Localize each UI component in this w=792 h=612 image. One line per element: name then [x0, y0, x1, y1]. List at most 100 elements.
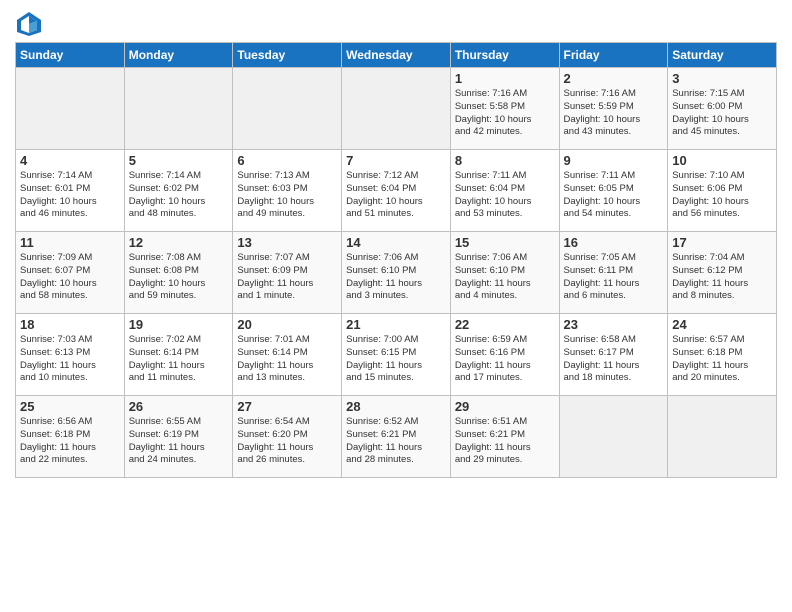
day-info: Sunrise: 7:06 AM Sunset: 6:10 PM Dayligh… [346, 252, 446, 303]
day-info: Sunrise: 6:51 AM Sunset: 6:21 PM Dayligh… [455, 416, 555, 467]
calendar-cell: 4 Sunrise: 7:14 AM Sunset: 6:01 PM Daylig… [16, 150, 125, 232]
calendar-cell: 10 Sunrise: 7:10 AM Sunset: 6:06 PM Dayli… [668, 150, 777, 232]
calendar-cell: 1 Sunrise: 7:16 AM Sunset: 5:58 PM Daylig… [450, 68, 559, 150]
calendar-cell [342, 68, 451, 150]
day-info: Sunrise: 7:14 AM Sunset: 6:02 PM Dayligh… [129, 170, 229, 221]
calendar-cell: 21 Sunrise: 7:00 AM Sunset: 6:15 PM Dayli… [342, 314, 451, 396]
day-number: 28 [346, 399, 446, 414]
day-number: 3 [672, 71, 772, 86]
day-number: 1 [455, 71, 555, 86]
calendar-cell: 28 Sunrise: 6:52 AM Sunset: 6:21 PM Dayli… [342, 396, 451, 478]
day-number: 12 [129, 235, 229, 250]
day-number: 16 [564, 235, 664, 250]
calendar-cell: 20 Sunrise: 7:01 AM Sunset: 6:14 PM Dayli… [233, 314, 342, 396]
day-info: Sunrise: 7:15 AM Sunset: 6:00 PM Dayligh… [672, 88, 772, 139]
day-info: Sunrise: 7:06 AM Sunset: 6:10 PM Dayligh… [455, 252, 555, 303]
day-info: Sunrise: 7:13 AM Sunset: 6:03 PM Dayligh… [237, 170, 337, 221]
calendar-cell: 13 Sunrise: 7:07 AM Sunset: 6:09 PM Dayli… [233, 232, 342, 314]
day-number: 22 [455, 317, 555, 332]
col-header-wednesday: Wednesday [342, 43, 451, 68]
calendar-table: SundayMondayTuesdayWednesdayThursdayFrid… [15, 42, 777, 478]
calendar-cell: 25Sunrise: 6:56 AM Sunset: 6:18 PM Dayli… [16, 396, 125, 478]
col-header-thursday: Thursday [450, 43, 559, 68]
col-header-sunday: Sunday [16, 43, 125, 68]
day-info: Sunrise: 6:52 AM Sunset: 6:21 PM Dayligh… [346, 416, 446, 467]
calendar-cell: 6 Sunrise: 7:13 AM Sunset: 6:03 PM Daylig… [233, 150, 342, 232]
day-number: 15 [455, 235, 555, 250]
day-info: Sunrise: 7:00 AM Sunset: 6:15 PM Dayligh… [346, 334, 446, 385]
day-info: Sunrise: 7:11 AM Sunset: 6:05 PM Dayligh… [564, 170, 664, 221]
day-info: Sunrise: 7:04 AM Sunset: 6:12 PM Dayligh… [672, 252, 772, 303]
calendar-cell [16, 68, 125, 150]
calendar-header: SundayMondayTuesdayWednesdayThursdayFrid… [16, 43, 777, 68]
day-number: 4 [20, 153, 120, 168]
calendar-body: 1 Sunrise: 7:16 AM Sunset: 5:58 PM Daylig… [16, 68, 777, 478]
week-row-3: 18 Sunrise: 7:03 AM Sunset: 6:13 PM Dayli… [16, 314, 777, 396]
calendar-cell: 19 Sunrise: 7:02 AM Sunset: 6:14 PM Dayli… [124, 314, 233, 396]
day-number: 29 [455, 399, 555, 414]
col-header-friday: Friday [559, 43, 668, 68]
week-row-0: 1 Sunrise: 7:16 AM Sunset: 5:58 PM Daylig… [16, 68, 777, 150]
calendar-cell [124, 68, 233, 150]
day-info: Sunrise: 7:14 AM Sunset: 6:01 PM Dayligh… [20, 170, 120, 221]
day-info: Sunrise: 7:02 AM Sunset: 6:14 PM Dayligh… [129, 334, 229, 385]
header-row: SundayMondayTuesdayWednesdayThursdayFrid… [16, 43, 777, 68]
day-number: 14 [346, 235, 446, 250]
day-number: 26 [129, 399, 229, 414]
col-header-tuesday: Tuesday [233, 43, 342, 68]
logo-icon [15, 10, 43, 38]
day-info: Sunrise: 6:54 AM Sunset: 6:20 PM Dayligh… [237, 416, 337, 467]
calendar-cell: 17 Sunrise: 7:04 AM Sunset: 6:12 PM Dayli… [668, 232, 777, 314]
day-info: Sunrise: 7:16 AM Sunset: 5:59 PM Dayligh… [564, 88, 664, 139]
day-info: Sunrise: 6:59 AM Sunset: 6:16 PM Dayligh… [455, 334, 555, 385]
calendar-cell: 14 Sunrise: 7:06 AM Sunset: 6:10 PM Dayli… [342, 232, 451, 314]
week-row-4: 25Sunrise: 6:56 AM Sunset: 6:18 PM Dayli… [16, 396, 777, 478]
calendar-cell: 23Sunrise: 6:58 AM Sunset: 6:17 PM Dayli… [559, 314, 668, 396]
day-number: 6 [237, 153, 337, 168]
day-info: Sunrise: 7:12 AM Sunset: 6:04 PM Dayligh… [346, 170, 446, 221]
page: SundayMondayTuesdayWednesdayThursdayFrid… [0, 0, 792, 488]
day-number: 7 [346, 153, 446, 168]
calendar-cell: 2Sunrise: 7:16 AM Sunset: 5:59 PM Daylig… [559, 68, 668, 150]
day-info: Sunrise: 7:16 AM Sunset: 5:58 PM Dayligh… [455, 88, 555, 139]
logo-area [15, 10, 47, 38]
calendar-cell [668, 396, 777, 478]
day-info: Sunrise: 7:03 AM Sunset: 6:13 PM Dayligh… [20, 334, 120, 385]
day-number: 20 [237, 317, 337, 332]
day-number: 18 [20, 317, 120, 332]
day-info: Sunrise: 7:08 AM Sunset: 6:08 PM Dayligh… [129, 252, 229, 303]
calendar-cell: 26 Sunrise: 6:55 AM Sunset: 6:19 PM Dayli… [124, 396, 233, 478]
calendar-cell: 18 Sunrise: 7:03 AM Sunset: 6:13 PM Dayli… [16, 314, 125, 396]
calendar-cell: 8Sunrise: 7:11 AM Sunset: 6:04 PM Daylig… [450, 150, 559, 232]
col-header-monday: Monday [124, 43, 233, 68]
day-number: 8 [455, 153, 555, 168]
week-row-2: 11 Sunrise: 7:09 AM Sunset: 6:07 PM Dayli… [16, 232, 777, 314]
day-info: Sunrise: 6:55 AM Sunset: 6:19 PM Dayligh… [129, 416, 229, 467]
calendar-cell: 29 Sunrise: 6:51 AM Sunset: 6:21 PM Dayli… [450, 396, 559, 478]
day-number: 17 [672, 235, 772, 250]
day-number: 21 [346, 317, 446, 332]
day-info: Sunrise: 6:56 AM Sunset: 6:18 PM Dayligh… [20, 416, 120, 467]
header [15, 10, 777, 38]
day-number: 13 [237, 235, 337, 250]
day-number: 9 [564, 153, 664, 168]
day-info: Sunrise: 6:58 AM Sunset: 6:17 PM Dayligh… [564, 334, 664, 385]
calendar-cell: 7 Sunrise: 7:12 AM Sunset: 6:04 PM Daylig… [342, 150, 451, 232]
day-info: Sunrise: 7:01 AM Sunset: 6:14 PM Dayligh… [237, 334, 337, 385]
calendar-cell: 3 Sunrise: 7:15 AM Sunset: 6:00 PM Daylig… [668, 68, 777, 150]
day-number: 19 [129, 317, 229, 332]
col-header-saturday: Saturday [668, 43, 777, 68]
calendar-cell [233, 68, 342, 150]
day-info: Sunrise: 7:10 AM Sunset: 6:06 PM Dayligh… [672, 170, 772, 221]
calendar-cell: 15 Sunrise: 7:06 AM Sunset: 6:10 PM Dayli… [450, 232, 559, 314]
calendar-cell: 22 Sunrise: 6:59 AM Sunset: 6:16 PM Dayli… [450, 314, 559, 396]
day-number: 10 [672, 153, 772, 168]
calendar-cell: 27 Sunrise: 6:54 AM Sunset: 6:20 PM Dayli… [233, 396, 342, 478]
day-info: Sunrise: 7:07 AM Sunset: 6:09 PM Dayligh… [237, 252, 337, 303]
day-number: 27 [237, 399, 337, 414]
calendar-cell [559, 396, 668, 478]
day-info: Sunrise: 7:09 AM Sunset: 6:07 PM Dayligh… [20, 252, 120, 303]
day-number: 24 [672, 317, 772, 332]
day-number: 11 [20, 235, 120, 250]
calendar-cell: 16Sunrise: 7:05 AM Sunset: 6:11 PM Dayli… [559, 232, 668, 314]
